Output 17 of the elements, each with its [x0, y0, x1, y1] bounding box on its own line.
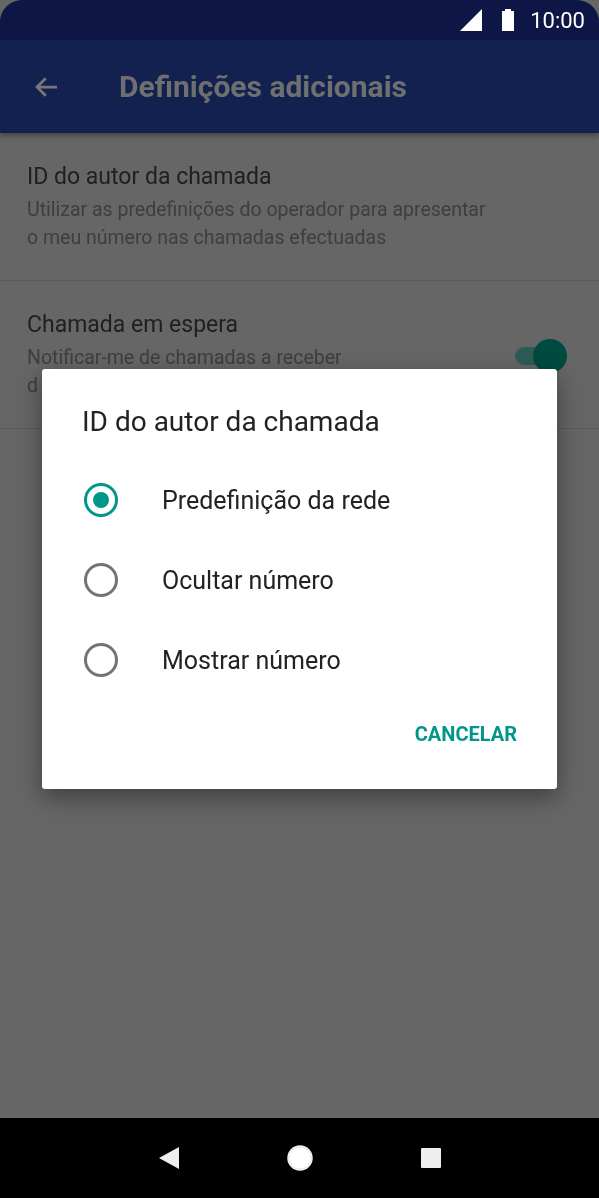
radio-button[interactable]	[84, 643, 118, 677]
back-icon[interactable]	[158, 1147, 179, 1169]
radio-button[interactable]	[84, 483, 118, 517]
setting-title: Chamada em espera	[27, 311, 240, 338]
recents-icon[interactable]	[420, 1148, 441, 1168]
setting-title: ID do autor da chamada	[27, 163, 273, 190]
radio-button[interactable]	[84, 563, 118, 597]
screen-title: Definições adicionais	[119, 69, 407, 104]
signal-icon	[460, 9, 483, 31]
status-time: 10:00	[530, 7, 585, 33]
option-label[interactable]: Predefinição da rede	[162, 485, 391, 515]
toggle-switch[interactable]	[513, 338, 567, 373]
home-icon[interactable]	[285, 1144, 314, 1172]
cancel-button[interactable]: CANCELAR	[414, 712, 517, 756]
option-label[interactable]: Mostrar número	[162, 645, 341, 675]
option-label[interactable]: Ocultar número	[162, 565, 334, 595]
battery-icon	[502, 9, 515, 31]
